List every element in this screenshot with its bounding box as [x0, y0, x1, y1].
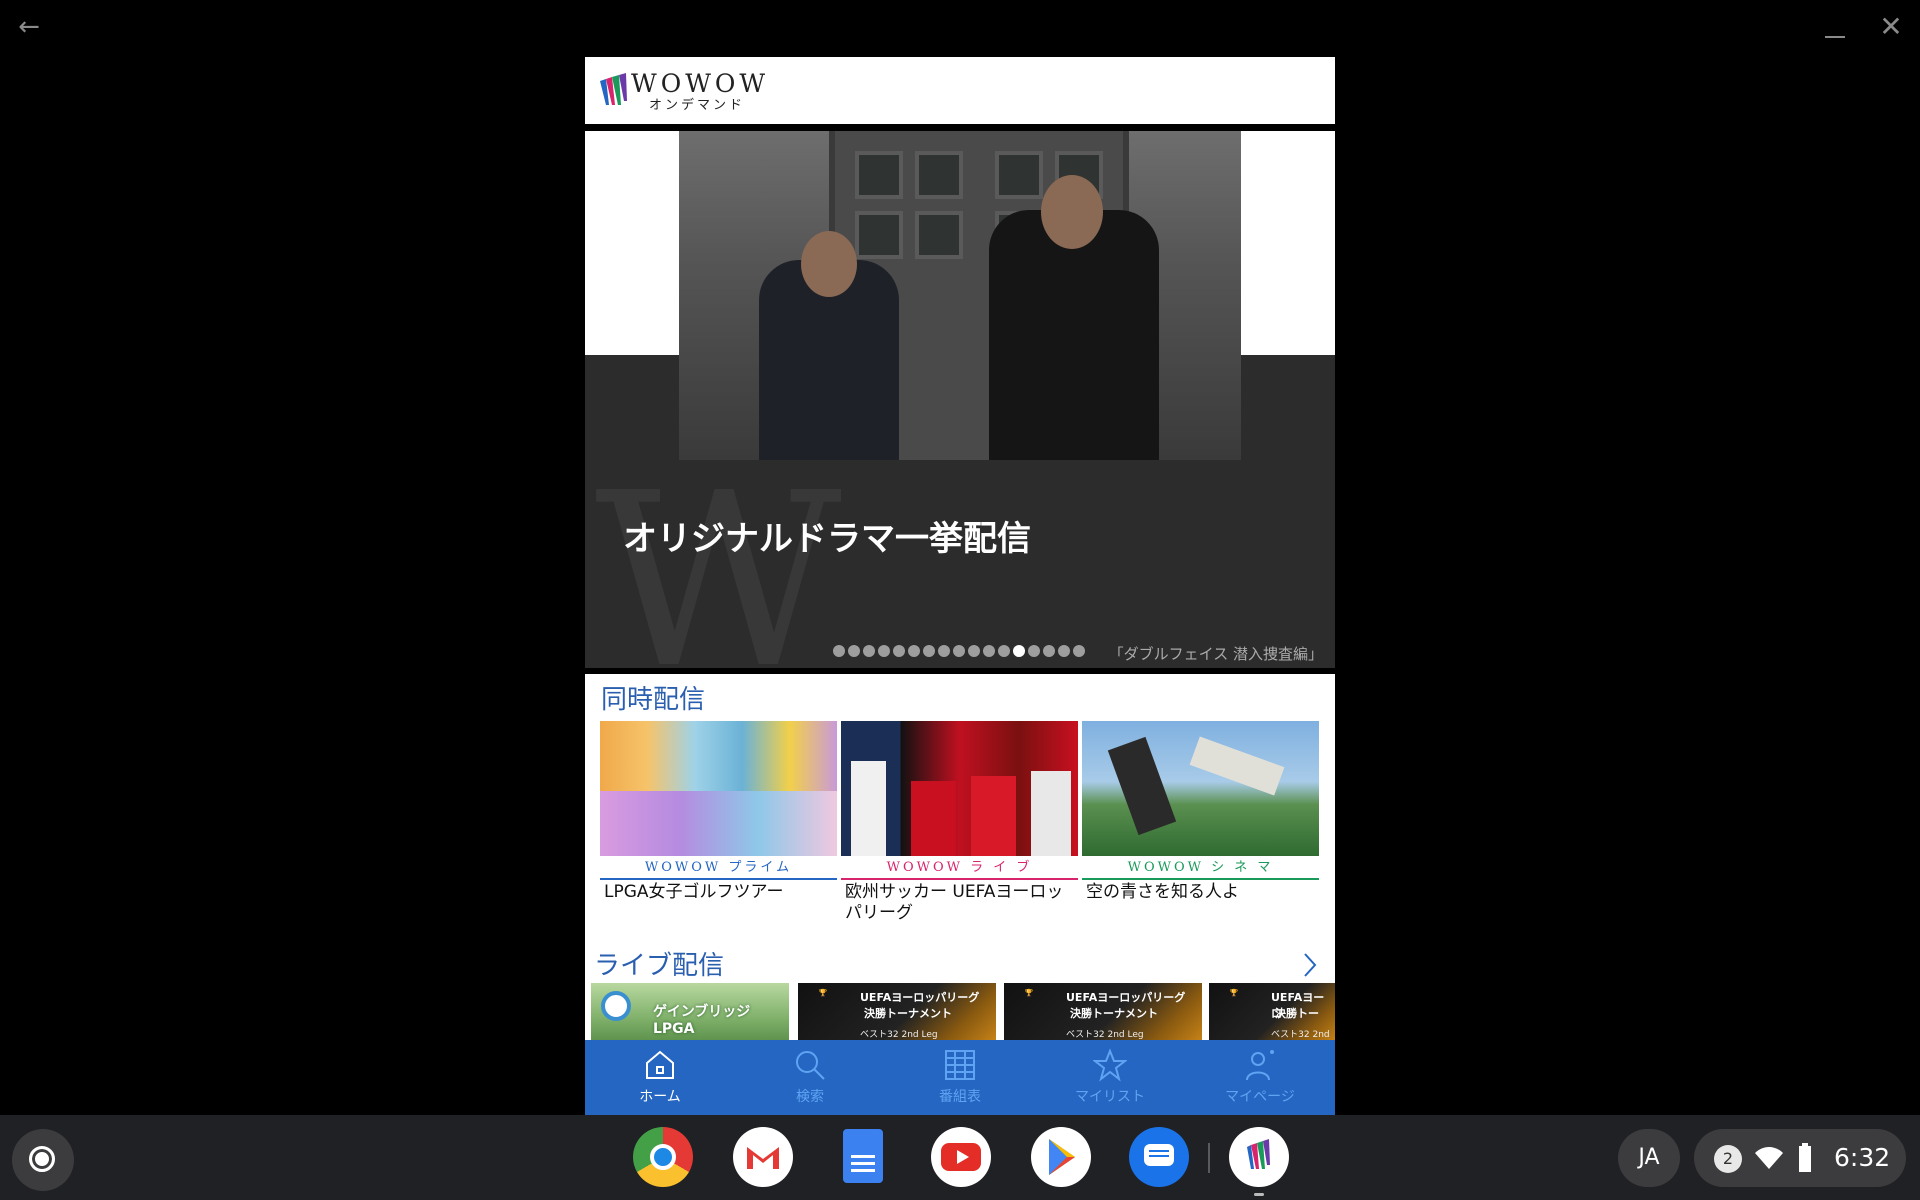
grid-icon	[945, 1050, 975, 1080]
status-tray[interactable]: 2 6:32	[1694, 1129, 1906, 1187]
section-title-live: ライブ配信	[594, 951, 725, 981]
carousel-dot[interactable]	[923, 645, 935, 657]
carousel-dot[interactable]	[968, 645, 980, 657]
divider	[585, 124, 1335, 131]
carousel-dot[interactable]	[893, 645, 905, 657]
live-thumbnail-text: UEFAヨーロッパリーグ	[860, 991, 980, 1004]
nav-item-mylist[interactable]: マイリスト	[1035, 1040, 1185, 1115]
card-thumbnail	[1082, 721, 1319, 856]
launcher-button[interactable]	[12, 1129, 74, 1191]
card-brand: WOWOW ラ イ ブ	[841, 856, 1078, 880]
nav-label: ホーム	[639, 1089, 681, 1105]
divider	[585, 668, 1335, 674]
nav-label: 番組表	[939, 1089, 981, 1105]
carousel-dot[interactable]	[863, 645, 875, 657]
gmail-icon[interactable]	[733, 1127, 793, 1187]
nav-item-home[interactable]: ホーム	[585, 1040, 735, 1115]
hero-title: オリジナルドラマ一挙配信	[623, 519, 1031, 559]
carousel-dot[interactable]	[1028, 645, 1040, 657]
live-thumbnail-text: 決勝トー	[1275, 1007, 1319, 1020]
carousel-dot[interactable]	[1058, 645, 1070, 657]
nav-item-mypage[interactable]: マイページ	[1185, 1040, 1335, 1115]
carousel-dots[interactable]	[833, 645, 1085, 659]
minimize-icon[interactable]	[1820, 14, 1850, 44]
card-title: 欧州サッカー UEFAヨーロッパリーグ	[845, 882, 1064, 923]
clock: 6:32	[1834, 1143, 1891, 1172]
simulcast-card[interactable]: WOWOW シ ネ マ 空の青さを知る人よ	[1082, 721, 1319, 905]
trophy-icon: 🏆	[1024, 989, 1034, 997]
chrome-icon[interactable]	[633, 1127, 693, 1187]
wowow-app-window: WOWOW オンデマンド W オリジナルドラマ一挙配信 「ダブルフェイス 潜入捜…	[585, 57, 1335, 1115]
live-thumbnail[interactable]: 🏆 UEFAヨーロ 決勝トー ベスト32 2nd L	[1209, 983, 1335, 1043]
wowow-icon[interactable]	[1229, 1127, 1289, 1187]
close-icon[interactable]: ✕	[1876, 12, 1906, 42]
ime-indicator[interactable]: JA	[1618, 1129, 1680, 1187]
wowow-logo-icon	[600, 73, 627, 105]
carousel-dot[interactable]	[998, 645, 1010, 657]
screen: ← ✕ WOWOW オンデマンド W オリジナルドラマ一挙配信 「ダブルフェイス…	[0, 0, 1920, 1200]
carousel-dot[interactable]	[1013, 645, 1025, 657]
nav-label: マイリスト	[1075, 1089, 1145, 1105]
carousel-dot[interactable]	[848, 645, 860, 657]
card-title: 空の青さを知る人よ	[1086, 882, 1239, 902]
live-thumbnail-text: 決勝トーナメント	[1070, 1007, 1158, 1020]
nav-item-schedule[interactable]: 番組表	[885, 1040, 1035, 1115]
shelf: JA 2 6:32	[0, 1115, 1920, 1200]
simulcast-card[interactable]: WOWOW ラ イ ブ 欧州サッカー UEFAヨーロッパリーグ	[841, 721, 1078, 926]
card-thumbnail	[841, 721, 1078, 856]
carousel-dot[interactable]	[938, 645, 950, 657]
divider	[1208, 1143, 1210, 1173]
wifi-icon	[1755, 1147, 1783, 1169]
card-brand: WOWOW シ ネ マ	[1082, 856, 1319, 880]
trophy-icon: 🏆	[818, 989, 828, 997]
star-icon	[1093, 1048, 1127, 1082]
notification-count-badge: 2	[1714, 1145, 1742, 1173]
person-icon	[1246, 1050, 1274, 1081]
carousel-dot[interactable]	[833, 645, 845, 657]
carousel-dot[interactable]	[953, 645, 965, 657]
live-thumbnail[interactable]: 🏆 UEFAヨーロッパリーグ 決勝トーナメント ベスト32 2nd Leg	[798, 983, 996, 1043]
carousel-dot[interactable]	[1073, 645, 1085, 657]
simulcast-card[interactable]: WOWOW プライム LPGA女子ゴルフツアー	[600, 721, 837, 905]
nav-item-search[interactable]: 検索	[735, 1040, 885, 1115]
hero-banner[interactable]: W オリジナルドラマ一挙配信 「ダブルフェイス 潜入捜査編」	[585, 131, 1335, 668]
card-title: LPGA女子ゴルフツアー	[604, 882, 784, 902]
back-arrow-icon[interactable]: ←	[14, 12, 44, 42]
docs-icon[interactable]	[833, 1127, 893, 1187]
watermark: W	[595, 441, 842, 668]
app-header: WOWOW オンデマンド	[585, 57, 1335, 124]
carousel-dot[interactable]	[983, 645, 995, 657]
bottom-nav: ホーム 検索 番組表 マイリスト マイページ	[585, 1040, 1335, 1115]
live-thumbnail-text: ベスト32 2nd Leg	[1066, 1030, 1144, 1040]
carousel-dot[interactable]	[878, 645, 890, 657]
search-icon	[796, 1051, 825, 1080]
live-thumbnail-text: UEFAヨーロッパリーグ	[1066, 991, 1186, 1004]
live-thumbnail[interactable]: ゲインブリッジ LPGA	[591, 983, 789, 1043]
card-brand: WOWOW プライム	[600, 856, 837, 880]
section-title-simulcast: 同時配信	[601, 685, 706, 715]
youtube-icon[interactable]	[931, 1127, 991, 1187]
carousel-dot[interactable]	[1043, 645, 1055, 657]
hero-caption: 「ダブルフェイス 潜入捜査編」	[1108, 645, 1323, 663]
nav-label: マイページ	[1225, 1089, 1295, 1105]
home-icon	[646, 1050, 674, 1079]
nav-label: 検索	[796, 1089, 824, 1105]
trophy-icon: 🏆	[1229, 989, 1239, 997]
logo-subtitle: オンデマンド	[649, 98, 746, 113]
tournament-logo-icon	[601, 991, 631, 1021]
play-store-icon[interactable]	[1031, 1127, 1091, 1187]
chevron-right-icon[interactable]	[1302, 952, 1318, 978]
live-thumbnail[interactable]: 🏆 UEFAヨーロッパリーグ 決勝トーナメント ベスト32 2nd Leg	[1004, 983, 1202, 1043]
live-thumbnail-text: ゲインブリッジ LPGA	[653, 1004, 751, 1037]
battery-icon	[1799, 1143, 1811, 1172]
live-thumbnail-text: ベスト32 2nd Leg	[860, 1030, 938, 1040]
messages-icon[interactable]	[1129, 1127, 1189, 1187]
running-indicator	[1254, 1193, 1264, 1196]
live-thumbnail-text: 決勝トーナメント	[864, 1007, 952, 1020]
card-thumbnail	[600, 721, 837, 856]
hero-image	[679, 131, 1241, 460]
carousel-dot[interactable]	[908, 645, 920, 657]
